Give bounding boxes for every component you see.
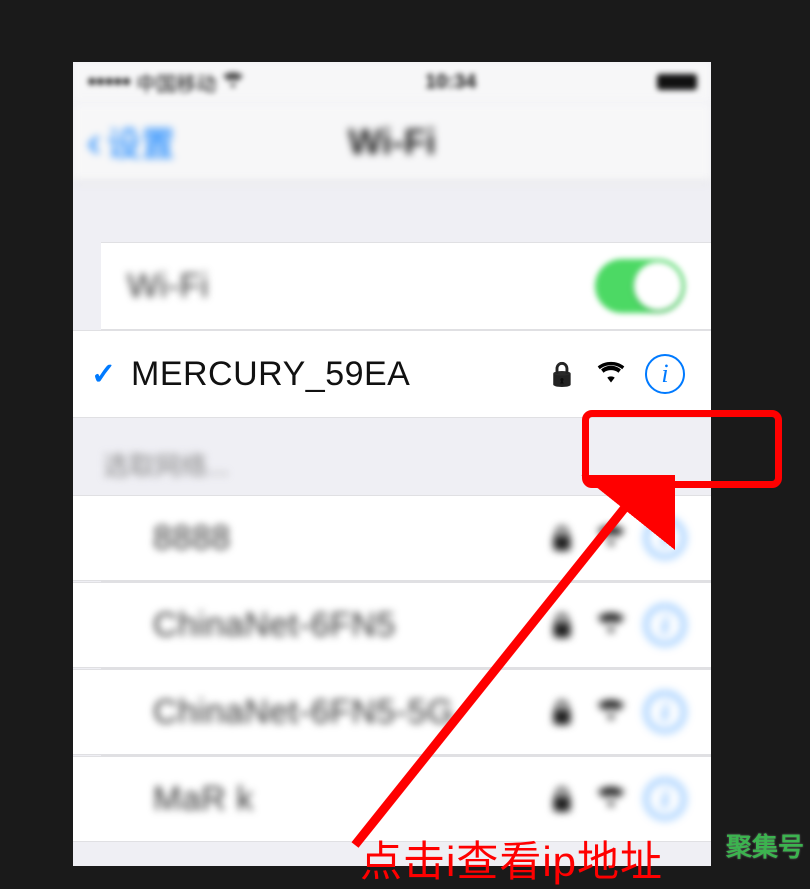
wifi-signal-icon <box>597 786 625 813</box>
info-icon[interactable]: i <box>645 518 685 558</box>
wifi-status-icon <box>222 71 244 94</box>
wifi-signal-icon <box>597 525 625 552</box>
lock-icon <box>547 785 577 814</box>
network-ssid: 8888 <box>153 519 547 558</box>
status-right <box>657 74 697 90</box>
connected-network-row[interactable]: ✓ MERCURY_59EA i <box>73 330 711 418</box>
status-time: 10:34 <box>425 71 476 94</box>
wifi-signal-icon <box>597 699 625 726</box>
lock-icon <box>547 611 577 640</box>
network-icons: i <box>547 779 685 819</box>
checkmark-icon: ✓ <box>91 357 131 392</box>
info-icon[interactable]: i <box>645 692 685 732</box>
info-icon[interactable]: i <box>645 605 685 645</box>
connected-icons: i <box>547 354 685 394</box>
nav-bar: ‹ 设置 Wi-Fi <box>73 102 711 182</box>
back-label: 设置 <box>107 117 175 166</box>
choose-network-header: 选取网络... <box>73 418 711 495</box>
network-ssid: ChinaNet-6FN5-5G <box>153 693 547 732</box>
lock-icon <box>547 524 577 553</box>
lock-icon <box>547 360 577 389</box>
network-ssid: ChinaNet-6FN5 <box>153 606 547 645</box>
carrier-label: 中国移动 <box>136 68 216 97</box>
section-gap <box>73 182 711 242</box>
network-row[interactable]: MaR k i <box>73 756 711 842</box>
network-list: 8888 i ChinaNet-6FN5 i ChinaNet-6FN5-5G … <box>73 495 711 842</box>
info-icon[interactable]: i <box>645 779 685 819</box>
wifi-toggle-switch[interactable] <box>595 259 685 313</box>
wifi-signal-icon <box>597 612 625 639</box>
network-ssid: MaR k <box>153 780 547 819</box>
network-icons: i <box>547 692 685 732</box>
chevron-left-icon: ‹ <box>87 121 101 163</box>
watermark: 聚集号 <box>726 827 804 864</box>
back-button[interactable]: ‹ 设置 <box>87 117 175 166</box>
wifi-toggle-row: Wi-Fi <box>101 242 711 330</box>
battery-icon <box>657 74 697 90</box>
connected-ssid: MERCURY_59EA <box>131 355 547 394</box>
status-left: ●●●●● 中国移动 <box>87 68 244 97</box>
network-row[interactable]: ChinaNet-6FN5 i <box>73 582 711 668</box>
network-row[interactable]: 8888 i <box>73 495 711 581</box>
signal-dots-icon: ●●●●● <box>87 73 130 91</box>
network-row[interactable]: ChinaNet-6FN5-5G i <box>73 669 711 755</box>
status-bar: ●●●●● 中国移动 10:34 <box>73 62 711 102</box>
wifi-toggle-label: Wi-Fi <box>127 267 595 306</box>
network-icons: i <box>547 518 685 558</box>
info-icon[interactable]: i <box>645 354 685 394</box>
network-icons: i <box>547 605 685 645</box>
lock-icon <box>547 698 577 727</box>
wifi-signal-icon <box>597 361 625 388</box>
phone-screen: ●●●●● 中国移动 10:34 ‹ 设置 Wi-Fi Wi-Fi ✓ MERC… <box>73 62 711 866</box>
